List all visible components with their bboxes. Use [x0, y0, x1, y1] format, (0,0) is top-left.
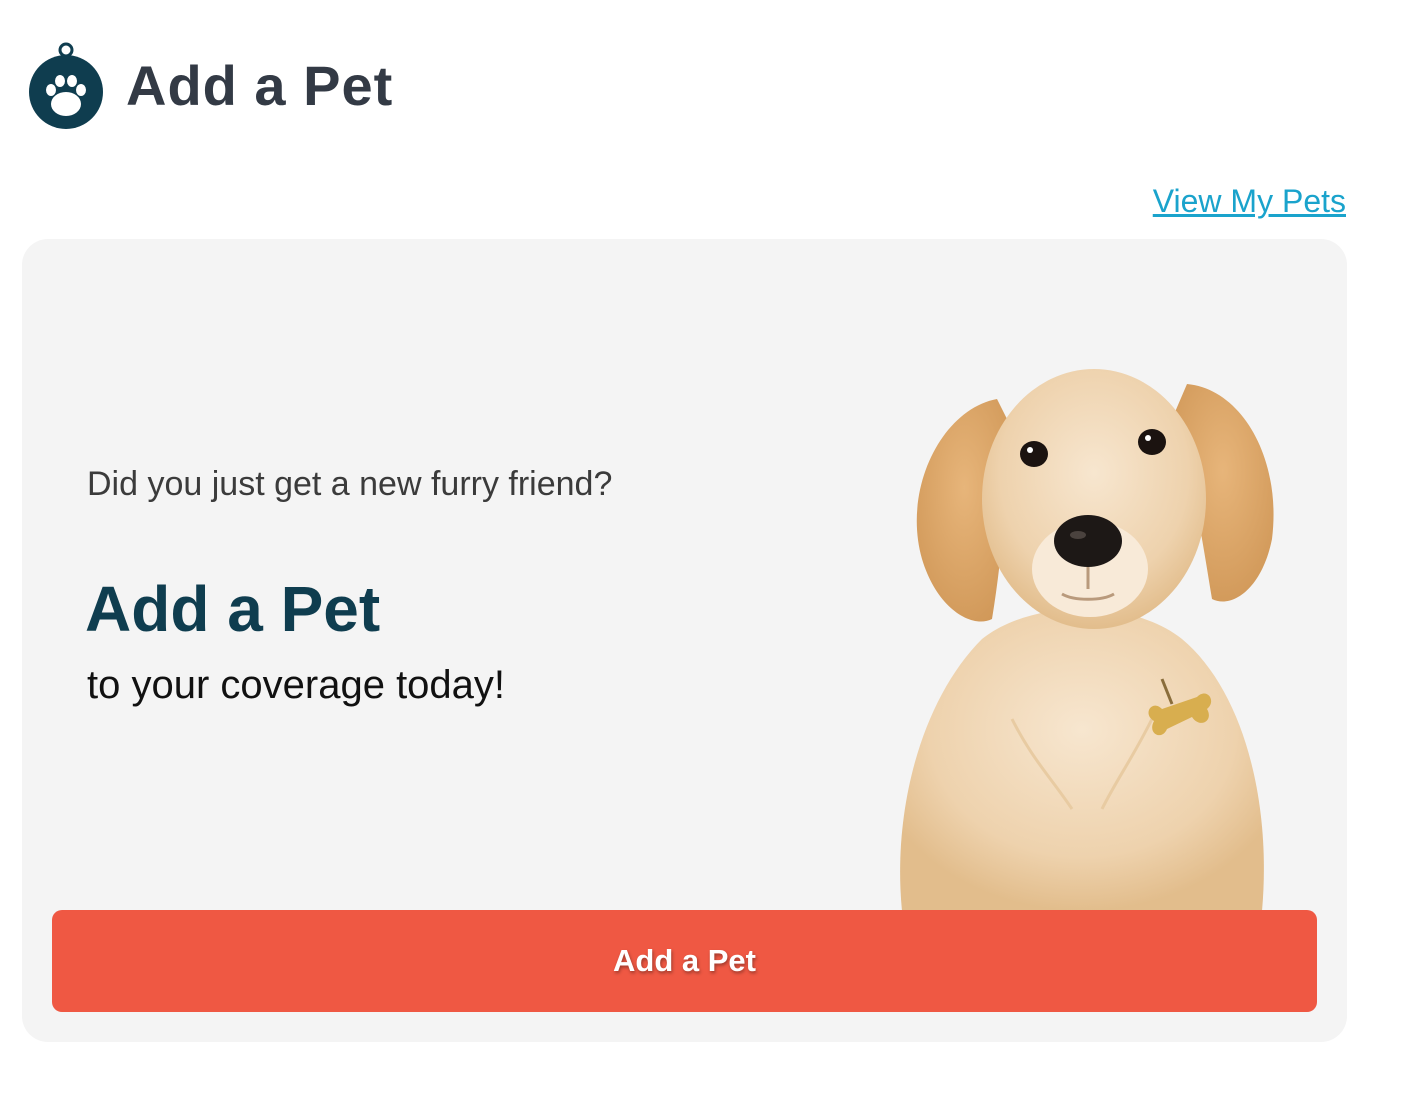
add-pet-card: Did you just get a new furry friend? Add… [22, 239, 1347, 1042]
puppy-image [900, 369, 1274, 911]
page-header: Add a Pet [28, 40, 393, 132]
promo-title: Add a Pet [85, 573, 381, 645]
view-my-pets-link[interactable]: View My Pets [1153, 183, 1346, 219]
promo-prompt: Did you just get a new furry friend? [87, 465, 613, 503]
add-pet-button[interactable]: Add a Pet [52, 910, 1317, 1012]
promo-subtitle: to your coverage today! [87, 663, 506, 707]
page-title: Add a Pet [126, 54, 394, 117]
paw-tag-icon [29, 42, 103, 129]
